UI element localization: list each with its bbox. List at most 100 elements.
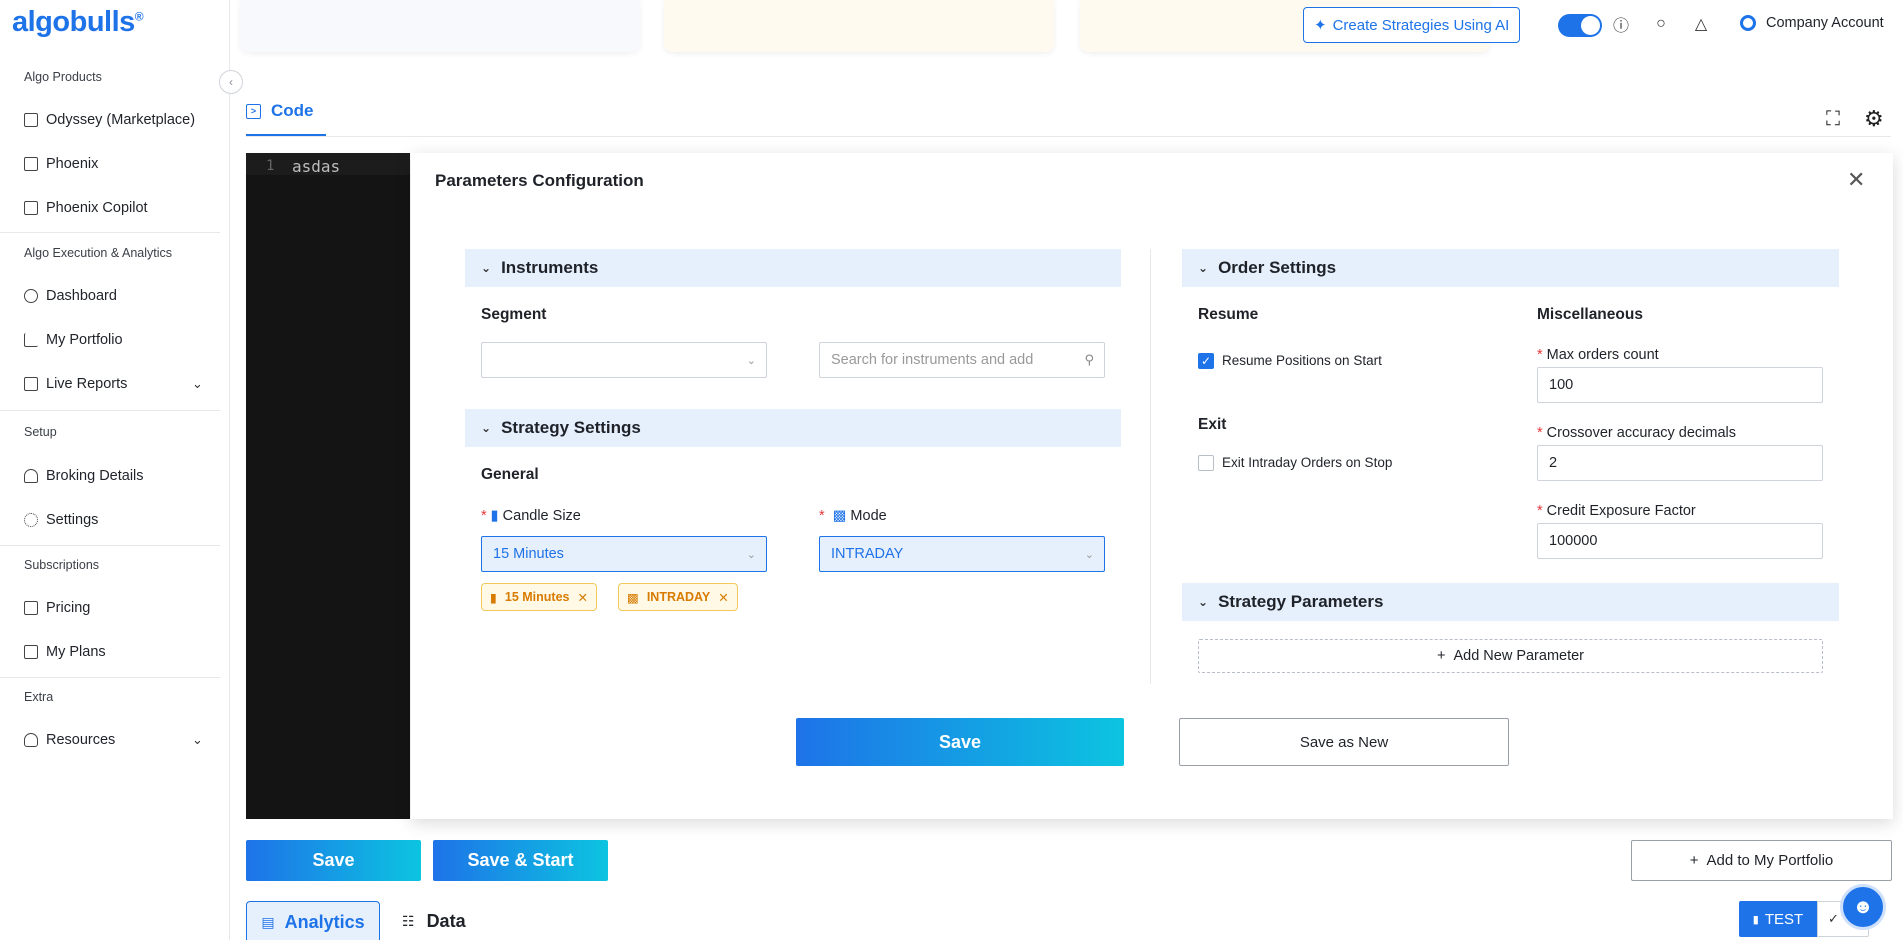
sparkle-icon: ✦ <box>1314 17 1327 34</box>
plus-icon: + <box>1689 852 1699 869</box>
section-title: Order Settings <box>1218 258 1337 277</box>
group-setup: Setup <box>24 425 57 439</box>
button-label: Add to My Portfolio <box>1706 852 1834 869</box>
fullscreen-icon[interactable]: ⛶ <box>1826 108 1840 131</box>
save-start-button[interactable]: Save & Start <box>433 840 608 881</box>
mode-select[interactable]: INTRADAY ⌄ <box>819 536 1105 572</box>
max-orders-input[interactable]: 100 <box>1537 367 1823 403</box>
theme-toggle[interactable] <box>1558 14 1602 37</box>
chart-icon <box>24 333 38 347</box>
chevron-down-icon: ⌄ <box>1084 548 1094 561</box>
modal-save-button[interactable]: Save <box>796 718 1124 766</box>
chevron-down-icon: ⌄ <box>746 354 756 367</box>
tab-data[interactable]: ☷ Data <box>402 911 466 932</box>
gear-icon[interactable]: ⚙ <box>1864 106 1884 132</box>
chevron-down-icon: ⌄ <box>481 421 492 435</box>
sidebar-item-broking-details[interactable]: Broking Details <box>24 464 144 488</box>
divider <box>0 232 220 233</box>
save-as-new-button[interactable]: Save as New <box>1179 718 1509 766</box>
code-text[interactable]: asdas <box>292 157 340 176</box>
sidebar-item-dashboard[interactable]: Dashboard <box>24 284 117 308</box>
sidebar-item-odyssey[interactable]: Odyssey (Marketplace) <box>24 108 195 132</box>
bulb-icon[interactable]: ○ <box>1651 14 1671 34</box>
help-icon[interactable]: ⓘ <box>1611 14 1631 35</box>
group-subscriptions: Subscriptions <box>24 558 100 572</box>
tab-label: Analytics <box>284 912 365 932</box>
sidebar-item-pricing[interactable]: Pricing <box>24 596 90 620</box>
sidebar-item-label: Phoenix <box>46 156 99 172</box>
sidebar-item-label: Phoenix Copilot <box>46 200 148 216</box>
chatbot-icon[interactable]: ☻ <box>1840 884 1886 930</box>
instruments-section-header[interactable]: ⌄ Instruments <box>465 249 1121 287</box>
chevron-down-icon: ⌄ <box>1198 595 1209 609</box>
tab-code[interactable]: > Code <box>246 101 314 121</box>
tag-label: 15 Minutes <box>504 590 570 604</box>
tab-label: Code <box>271 101 314 120</box>
modal-title: Parameters Configuration <box>435 171 644 190</box>
mode-icon: ▩ <box>627 590 639 605</box>
candle-size-label: * ▮ Candle Size <box>481 508 581 524</box>
credit-exposure-label: * Credit Exposure Factor <box>1537 503 1696 519</box>
segment-select[interactable]: ⌄ <box>481 342 767 378</box>
candle-icon: ▮ <box>490 590 497 605</box>
search-placeholder: Search for instruments and add <box>831 352 1034 368</box>
close-icon[interactable]: ✕ <box>1847 167 1865 193</box>
sidebar: algobulls® Algo Products Odyssey (Market… <box>0 0 230 940</box>
add-new-parameter-button[interactable]: + Add New Parameter <box>1198 639 1823 673</box>
resume-positions-checkbox[interactable]: ✓ <box>1198 353 1214 369</box>
account-label: Company Account <box>1766 15 1884 31</box>
chevron-down-icon: ⌄ <box>746 548 756 561</box>
flask-icon: ▮ <box>1752 913 1759 926</box>
data-icon: ☷ <box>402 913 415 929</box>
instrument-search-input[interactable]: Search for instruments and add ⚲ <box>819 342 1105 378</box>
terminal-icon <box>24 157 38 171</box>
strategy-settings-section-header[interactable]: ⌄ Strategy Settings <box>465 409 1121 447</box>
label-text: Max orders count <box>1546 347 1659 363</box>
credit-exposure-input[interactable]: 100000 <box>1537 523 1823 559</box>
remove-tag-icon[interactable]: ✕ <box>578 590 588 605</box>
sidebar-item-my-plans[interactable]: My Plans <box>24 640 106 664</box>
summary-card <box>664 0 1054 52</box>
sidebar-item-my-portfolio[interactable]: My Portfolio <box>24 328 123 352</box>
create-strategies-ai-button[interactable]: ✦ Create Strategies Using AI <box>1303 7 1521 43</box>
code-editor[interactable]: 1 asdas <box>246 153 410 819</box>
terminal-icon: > <box>246 103 261 119</box>
save-button[interactable]: Save <box>246 840 421 881</box>
store-icon <box>24 113 38 127</box>
crossover-input[interactable]: 2 <box>1537 445 1823 481</box>
candle-size-select[interactable]: 15 Minutes ⌄ <box>481 536 767 572</box>
select-value: 15 Minutes <box>493 546 564 562</box>
sidebar-item-resources[interactable]: Resources ⌄ <box>24 728 204 752</box>
collapse-sidebar-button[interactable]: ‹ <box>219 70 243 94</box>
mode-icon: ▩ <box>832 508 847 524</box>
sidebar-item-live-reports[interactable]: Live Reports ⌄ <box>24 372 204 396</box>
copilot-icon <box>24 201 38 215</box>
strategy-parameters-section-header[interactable]: ⌄ Strategy Parameters <box>1182 583 1839 621</box>
ai-button-label: Create Strategies Using AI <box>1332 16 1510 34</box>
pricing-icon <box>24 601 38 615</box>
sidebar-item-settings[interactable]: Settings <box>24 508 98 532</box>
report-icon <box>24 377 38 391</box>
exit-intraday-checkbox[interactable] <box>1198 455 1214 471</box>
sidebar-item-label: Broking Details <box>46 468 144 484</box>
chevron-down-icon: ⌄ <box>1198 261 1209 275</box>
max-orders-label: * Max orders count <box>1537 347 1659 363</box>
button-label: TEST <box>1764 910 1804 928</box>
add-to-portfolio-button[interactable]: + Add to My Portfolio <box>1631 840 1892 881</box>
group-algo-products: Algo Products <box>24 70 102 84</box>
candle-icon: ▮ <box>490 508 499 524</box>
sidebar-item-phoenix[interactable]: Phoenix <box>24 152 98 176</box>
algobulls-logo[interactable]: algobulls® <box>12 6 144 39</box>
candle-size-tag: ▮ 15 Minutes ✕ <box>481 583 597 611</box>
sidebar-item-label: Settings <box>46 512 99 528</box>
account-menu[interactable]: Company Account <box>1740 15 1884 31</box>
remove-tag-icon[interactable]: ✕ <box>718 590 728 605</box>
order-settings-section-header[interactable]: ⌄ Order Settings <box>1182 249 1839 287</box>
bell-icon[interactable]: △ <box>1691 14 1711 34</box>
test-mode-button[interactable]: ▮ TEST <box>1739 901 1817 937</box>
sidebar-item-phoenix-copilot[interactable]: Phoenix Copilot <box>24 196 148 220</box>
bulb-icon <box>24 733 38 747</box>
tab-analytics[interactable]: ▤ Analytics <box>246 901 380 940</box>
chevron-down-icon: ⌄ <box>192 376 203 391</box>
sidebar-item-label: Odyssey (Marketplace) <box>46 112 196 128</box>
